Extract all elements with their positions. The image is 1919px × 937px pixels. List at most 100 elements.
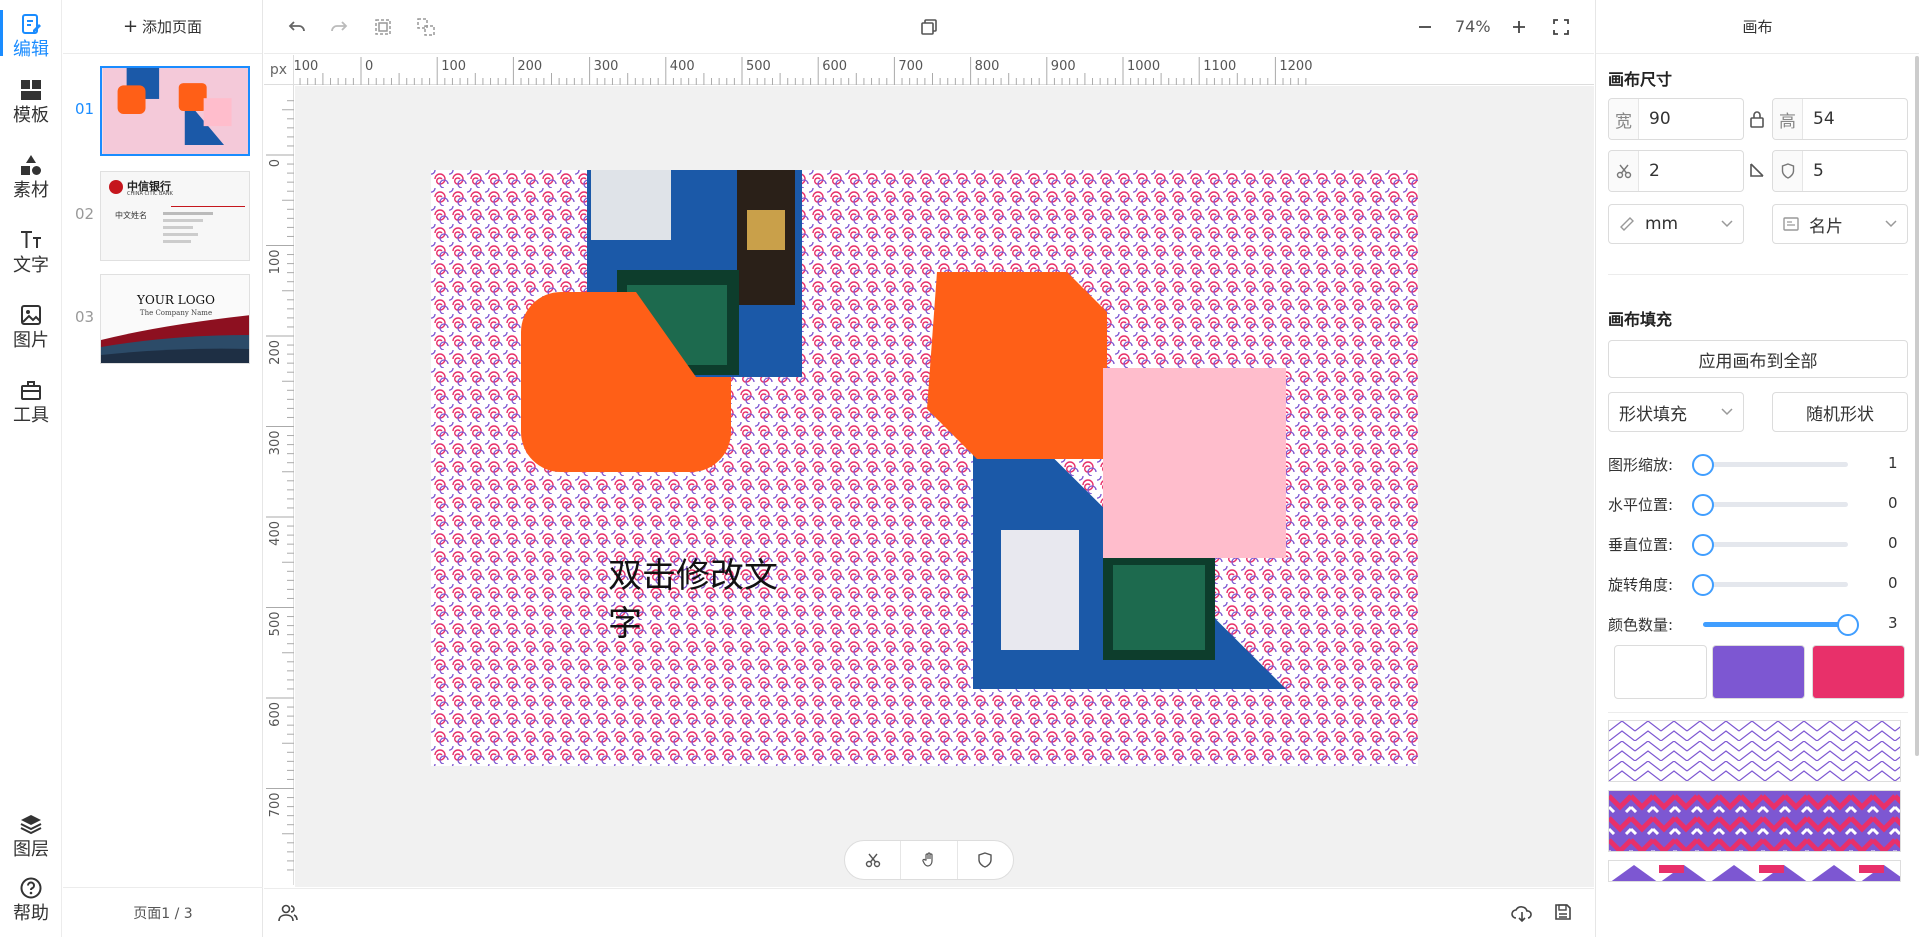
- slider-track[interactable]: [1703, 614, 1859, 636]
- slider-value: 1: [1888, 454, 1898, 472]
- unit-select[interactable]: mm: [1608, 204, 1744, 244]
- text-line: [163, 240, 191, 243]
- fill-type-value: 形状填充: [1619, 404, 1687, 425]
- nav-edit[interactable]: 编辑: [0, 0, 62, 70]
- ruler-label: 200: [517, 59, 542, 74]
- bleed-input[interactable]: [1639, 161, 1719, 181]
- toolbox-icon: [18, 377, 44, 403]
- height-field[interactable]: 高: [1772, 98, 1908, 140]
- group-button[interactable]: [370, 14, 396, 40]
- page-number: 03: [75, 308, 95, 326]
- download-button[interactable]: [1511, 903, 1533, 927]
- pattern-option-chevron-thin[interactable]: [1608, 720, 1901, 782]
- random-shape-button[interactable]: 随机形状: [1772, 392, 1908, 432]
- slider-handle[interactable]: [1692, 494, 1714, 516]
- page-number: 02: [75, 205, 95, 223]
- ruler-label: -100: [294, 59, 318, 74]
- scrollbar-thumb[interactable]: [1915, 56, 1919, 756]
- design-canvas[interactable]: [431, 170, 1418, 766]
- height-label: 高: [1773, 99, 1803, 139]
- canvas-artwork: [431, 170, 1418, 766]
- image-icon: [18, 302, 44, 328]
- pattern-preview: [1609, 791, 1900, 851]
- slider-track[interactable]: [1692, 494, 1848, 516]
- nav-layers[interactable]: 图层: [0, 800, 62, 870]
- undo-button[interactable]: [284, 14, 310, 40]
- page-thumbnail[interactable]: 中信银行 CHINA CITIC BANK 中文姓名: [100, 171, 250, 261]
- lock-ratio-icon[interactable]: [1749, 110, 1765, 132]
- width-field[interactable]: 宽: [1608, 98, 1744, 140]
- horizontal-ruler[interactable]: -100 0 100 200 300 400 500 600 700 800 900 1000 1100…: [289, 55, 1594, 85]
- pan-button[interactable]: [901, 841, 958, 879]
- height-input[interactable]: [1803, 109, 1883, 129]
- ruler-label: 700: [268, 793, 283, 818]
- panel-scrollbar[interactable]: [1915, 56, 1919, 776]
- crop-button[interactable]: [845, 841, 902, 879]
- canvas-text[interactable]: 双击修改文字: [608, 552, 788, 648]
- page-thumbnail[interactable]: [100, 66, 250, 156]
- collaborators-button[interactable]: [278, 903, 298, 927]
- ruler-label: 900: [1051, 59, 1076, 74]
- slider-label: 图形缩放:: [1608, 456, 1674, 474]
- zoom-out-button[interactable]: [1412, 14, 1438, 40]
- color-swatch-3[interactable]: [1812, 645, 1905, 699]
- panel-title: 画布: [1596, 0, 1919, 54]
- nav-material[interactable]: 素材: [0, 141, 62, 211]
- text-line: [163, 226, 193, 229]
- nav-image[interactable]: 图片: [0, 291, 62, 361]
- ruler-label: 700: [898, 59, 923, 74]
- protect-button[interactable]: [958, 841, 1013, 879]
- radius-input[interactable]: [1803, 161, 1883, 181]
- users-icon: [278, 904, 298, 922]
- nav-template[interactable]: 模板: [0, 66, 62, 136]
- fullscreen-button[interactable]: [1548, 14, 1574, 40]
- ruler-label: 400: [670, 59, 695, 74]
- page-thumb-row[interactable]: 02 中信银行 CHINA CITIC BANK 中文姓名: [63, 169, 263, 261]
- redo-button[interactable]: [326, 14, 352, 40]
- fill-type-select[interactable]: 形状填充: [1608, 392, 1744, 432]
- ruler-label: 800: [975, 59, 1000, 74]
- vertical-ruler[interactable]: 0 100 200 300 400 500 600 700: [264, 85, 294, 885]
- slider-handle[interactable]: [1692, 534, 1714, 556]
- nav-help[interactable]: 帮助: [0, 864, 62, 934]
- save-button[interactable]: [1554, 903, 1572, 925]
- template-icon: [18, 77, 44, 103]
- ruler-label: 100: [268, 250, 283, 275]
- width-input[interactable]: [1639, 109, 1719, 129]
- ruler-label: 600: [268, 702, 283, 727]
- page-thumb-row[interactable]: 01: [63, 64, 263, 156]
- color-swatch-1[interactable]: [1614, 645, 1707, 699]
- slider-handle[interactable]: [1692, 574, 1714, 596]
- zoom-in-button[interactable]: [1506, 14, 1532, 40]
- nav-tools[interactable]: 工具: [0, 366, 62, 436]
- scissors-icon: [1609, 151, 1639, 191]
- copy-page-button[interactable]: [916, 14, 942, 40]
- pattern-option-waves[interactable]: [1608, 860, 1901, 882]
- redo-icon: [331, 21, 348, 32]
- ungroup-button[interactable]: [413, 14, 439, 40]
- pattern-option-chevron-bold[interactable]: [1608, 790, 1901, 852]
- slider-track[interactable]: [1692, 454, 1848, 476]
- apply-to-all-button[interactable]: 应用画布到全部: [1608, 340, 1908, 378]
- bleed-field[interactable]: [1608, 150, 1744, 192]
- page-thumb-row[interactable]: 03 YOUR LOGO The Company Name: [63, 272, 263, 364]
- canvas-size-title: 画布尺寸: [1608, 70, 1673, 89]
- ruler-label: 0: [268, 159, 283, 167]
- add-page-button[interactable]: + 添加页面: [63, 0, 262, 54]
- slider-handle[interactable]: [1692, 454, 1714, 476]
- shield-icon: [978, 852, 993, 868]
- page-thumbnail[interactable]: YOUR LOGO The Company Name: [100, 274, 250, 364]
- slider-track[interactable]: [1692, 534, 1848, 556]
- canvas-workspace[interactable]: [295, 86, 1594, 887]
- pink-square: [1103, 368, 1286, 558]
- save-icon: [1555, 904, 1571, 920]
- nav-text[interactable]: 文字: [0, 216, 62, 286]
- minus-icon: [1419, 26, 1431, 28]
- preset-select[interactable]: 名片: [1772, 204, 1908, 244]
- radius-field[interactable]: [1772, 150, 1908, 192]
- color-swatch-2[interactable]: [1712, 645, 1805, 699]
- horizontal-ruler-scale: -100 0 100 200 300 400 500 600 700 800 900 1000 1100…: [289, 57, 1312, 85]
- slider-handle[interactable]: [1837, 614, 1859, 636]
- slider-track[interactable]: [1692, 574, 1848, 596]
- nav-label: 工具: [13, 404, 49, 426]
